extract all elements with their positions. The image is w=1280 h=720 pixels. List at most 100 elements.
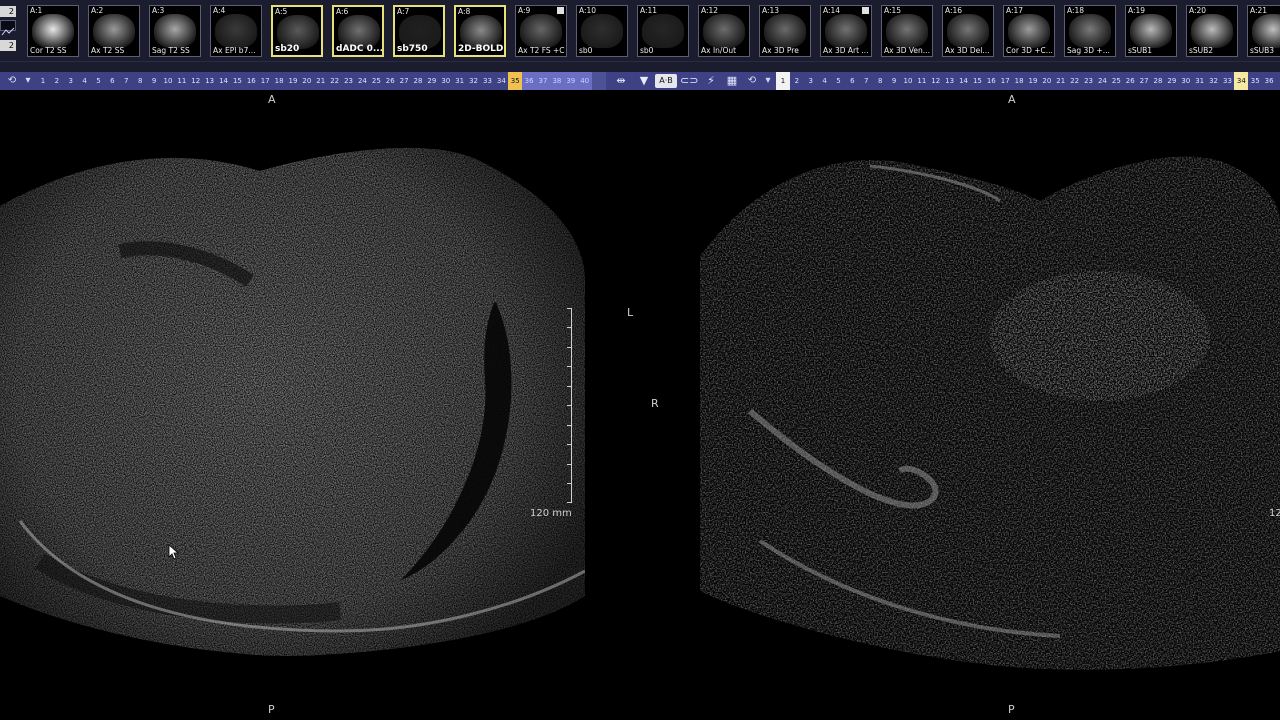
slice-number[interactable]: 2 [790, 72, 804, 90]
left-viewport[interactable]: A P L 120 mm [0, 91, 633, 720]
slice-number[interactable]: 13 [203, 72, 217, 90]
slice-number[interactable]: 36 [1262, 72, 1276, 90]
slice-number[interactable]: 22 [328, 72, 342, 90]
slice-number[interactable]: 30 [439, 72, 453, 90]
slice-number[interactable]: 9 [147, 72, 161, 90]
series-thumbnail[interactable]: A:10 sb0 [576, 5, 628, 57]
slice-number[interactable]: 24 [1095, 72, 1109, 90]
series-thumbnail[interactable]: A:16 Ax 3D Del... [942, 5, 994, 57]
slice-number[interactable]: 8 [133, 72, 147, 90]
series-thumbnail[interactable]: A:6 dADC 0... [332, 5, 384, 57]
grid-layout-icon[interactable]: ▦ [723, 73, 741, 89]
slice-number[interactable]: 32 [467, 72, 481, 90]
right-viewport[interactable]: A P 12 [700, 91, 1280, 720]
slice-number[interactable]: 6 [105, 72, 119, 90]
slice-number[interactable]: 35 [508, 72, 523, 90]
slice-number[interactable]: 28 [1151, 72, 1165, 90]
slice-number[interactable]: 4 [818, 72, 832, 90]
series-thumbnail[interactable]: A:1 Cor T2 SS [27, 5, 79, 57]
series-thumbnail[interactable]: A:9 Ax T2 FS +C [515, 5, 567, 57]
ab-compare-button[interactable]: A·B [655, 74, 677, 88]
slice-number[interactable]: 5 [92, 72, 106, 90]
slice-number[interactable]: 23 [1082, 72, 1096, 90]
slice-number[interactable]: 20 [1040, 72, 1054, 90]
slice-number[interactable]: 1 [776, 72, 790, 90]
dropdown-left-icon[interactable]: ▾ [20, 73, 36, 89]
slice-number[interactable]: 16 [244, 72, 258, 90]
slice-number[interactable]: 7 [859, 72, 873, 90]
slice-number[interactable]: 40 [577, 72, 592, 90]
series-thumbnail[interactable]: A:3 Sag T2 SS [149, 5, 201, 57]
slice-number[interactable]: 33 [1221, 72, 1235, 90]
slice-number[interactable]: 35 [1248, 72, 1262, 90]
link-right-icon[interactable]: ⟲ [744, 73, 760, 89]
series-thumbnail[interactable]: A:13 Ax 3D Pre [759, 5, 811, 57]
slice-number[interactable]: 23 [342, 72, 356, 90]
slice-number[interactable]: 8 [873, 72, 887, 90]
slice-number[interactable]: 39 [563, 72, 578, 90]
slice-number[interactable]: 21 [314, 72, 328, 90]
link-chain-icon[interactable]: ⊂⊃ [680, 73, 698, 89]
slice-number[interactable]: 34 [1234, 72, 1249, 90]
series-thumbnail[interactable]: A:17 Cor 3D +C... [1003, 5, 1055, 57]
slice-number[interactable]: 18 [272, 72, 286, 90]
slice-number[interactable]: 2 [50, 72, 64, 90]
sync-icon[interactable]: ⚡ [702, 73, 720, 89]
series-thumbnail[interactable]: A:14 Ax 3D Art ... [820, 5, 872, 57]
slice-number[interactable]: 12 [929, 72, 943, 90]
slice-number[interactable]: 15 [230, 72, 244, 90]
slice-number[interactable]: 34 [494, 72, 508, 90]
scroll-arrows-icon[interactable]: ⇹ [612, 73, 630, 89]
slice-number[interactable]: 3 [804, 72, 818, 90]
slice-number[interactable]: 31 [453, 72, 467, 90]
slice-number[interactable]: 13 [943, 72, 957, 90]
series-thumbnail[interactable]: A:20 sSUB2 [1186, 5, 1238, 57]
slice-number[interactable]: 21 [1054, 72, 1068, 90]
slice-number[interactable]: 18 [1012, 72, 1026, 90]
slice-number[interactable]: 38 [549, 72, 564, 90]
slice-number[interactable]: 6 [845, 72, 859, 90]
slice-number[interactable]: 36 [522, 72, 537, 90]
slice-number[interactable]: 24 [355, 72, 369, 90]
series-thumbnail[interactable]: A:5 sb20 [271, 5, 323, 57]
slice-number[interactable]: 17 [258, 72, 272, 90]
filter-icon[interactable]: ▼ [635, 73, 653, 89]
slice-number[interactable]: 22 [1068, 72, 1082, 90]
slice-number[interactable]: 31 [1193, 72, 1207, 90]
slice-number[interactable]: 15 [970, 72, 984, 90]
slice-number[interactable]: 32 [1207, 72, 1221, 90]
series-thumbnail[interactable]: A:11 sb0 [637, 5, 689, 57]
series-thumbnail[interactable]: A:7 sb750 [393, 5, 445, 57]
slice-number[interactable]: 7 [119, 72, 133, 90]
series-thumbnail[interactable]: A:15 Ax 3D Ven... [881, 5, 933, 57]
slice-number[interactable]: 10 [901, 72, 915, 90]
slice-number[interactable]: 9 [887, 72, 901, 90]
slice-number[interactable]: 1 [36, 72, 50, 90]
series-thumbnail[interactable]: A:8 2D-BOLD [454, 5, 506, 57]
slice-number[interactable]: 20 [300, 72, 314, 90]
slice-number[interactable]: 14 [957, 72, 971, 90]
link-left-icon[interactable]: ⟲ [4, 73, 20, 89]
slice-number[interactable]: 30 [1179, 72, 1193, 90]
slice-number[interactable]: 19 [286, 72, 300, 90]
slice-number[interactable]: 37 [536, 72, 550, 90]
slice-number[interactable]: 26 [1123, 72, 1137, 90]
slice-number[interactable]: 29 [425, 72, 439, 90]
slice-number[interactable]: 25 [369, 72, 383, 90]
series-thumbnail[interactable]: A:12 Ax In/Out [698, 5, 750, 57]
slice-number[interactable]: 10 [161, 72, 175, 90]
slice-number[interactable]: 33 [481, 72, 495, 90]
slice-number[interactable]: 12 [189, 72, 203, 90]
slice-number[interactable]: 16 [984, 72, 998, 90]
layout-number-bottom[interactable]: 2 [0, 40, 16, 51]
slice-number[interactable]: 14 [217, 72, 231, 90]
layout-graph-icon[interactable] [0, 20, 16, 36]
series-thumbnail[interactable]: A:4 Ax EPI b7... [210, 5, 262, 57]
dropdown-right-icon[interactable]: ▾ [760, 73, 776, 89]
series-thumbnail[interactable]: A:2 Ax T2 SS [88, 5, 140, 57]
slice-number[interactable]: 5 [832, 72, 846, 90]
slice-number[interactable]: 11 [915, 72, 929, 90]
layout-number-top[interactable]: 2 [0, 6, 16, 17]
series-thumbnail[interactable]: A:21 sSUB3 [1247, 5, 1280, 57]
slice-number[interactable]: 19 [1026, 72, 1040, 90]
